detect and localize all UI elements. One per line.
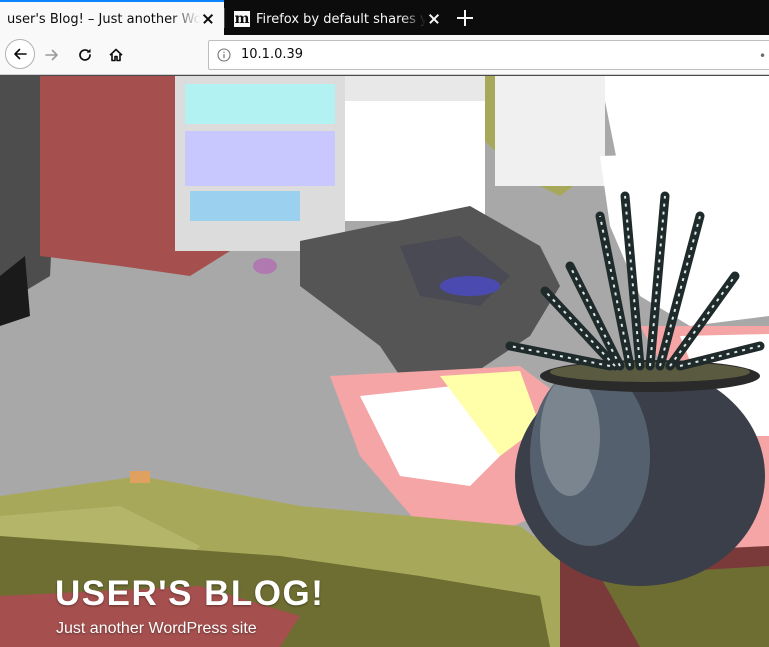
reload-icon — [79, 48, 91, 61]
site-title-link[interactable]: USER'S BLOG! — [55, 574, 324, 614]
page-actions-more-icon[interactable]: ••• — [759, 49, 769, 63]
tab-strip: user's Blog! – Just another WordPress si… — [0, 0, 769, 35]
arrow-left-icon — [14, 48, 27, 60]
close-tab-icon[interactable] — [200, 11, 216, 27]
back-button[interactable] — [5, 39, 35, 69]
arrow-right-icon — [45, 49, 58, 61]
home-icon — [109, 48, 123, 62]
url-text[interactable]: 10.1.0.39 — [241, 47, 303, 62]
home-button[interactable] — [102, 41, 130, 69]
new-tab-plus-icon[interactable] — [454, 7, 476, 29]
tab-title: Firefox by default shares your search — [256, 11, 426, 27]
tab-title: user's Blog! – Just another WordPress si… — [7, 11, 200, 27]
reload-button[interactable] — [71, 41, 99, 69]
tab-firefox-search[interactable]: m Firefox by default shares your search — [225, 0, 450, 35]
url-bar[interactable]: 10.1.0.39 ••• — [208, 40, 769, 70]
page-content: USER'S BLOG! Just another WordPress site — [0, 76, 769, 647]
tab-users-blog[interactable]: user's Blog! – Just another WordPress si… — [0, 0, 224, 35]
header-image-succulent-plant — [0, 76, 769, 647]
close-tab-icon[interactable] — [426, 11, 442, 27]
site-tagline: Just another WordPress site — [56, 620, 257, 637]
info-icon[interactable] — [217, 48, 231, 62]
navigation-toolbar: 10.1.0.39 ••• — [0, 35, 769, 75]
forward-button[interactable] — [38, 41, 66, 69]
medium-favicon-icon: m — [234, 10, 250, 27]
